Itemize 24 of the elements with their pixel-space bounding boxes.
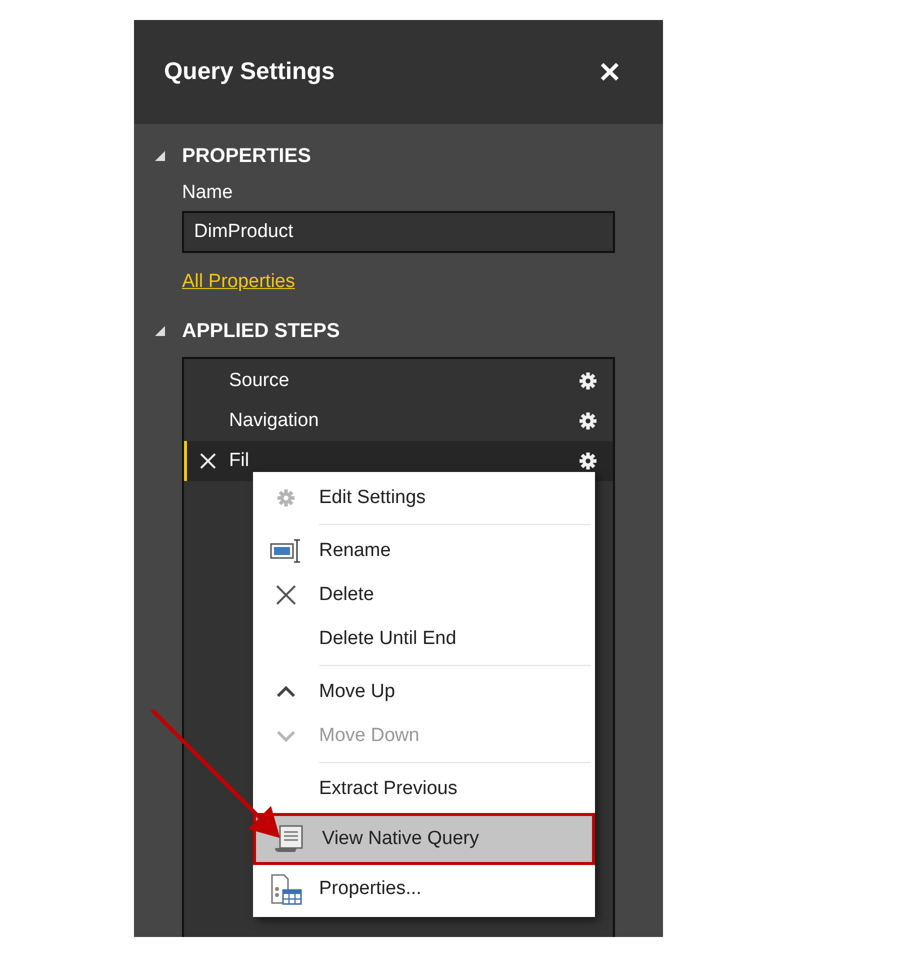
section-heading: PROPERTIES: [182, 144, 311, 168]
delete-icon: [199, 452, 217, 470]
name-field[interactable]: DimProduct: [182, 211, 615, 253]
chevron-down-icon: [276, 730, 296, 742]
delete-icon: [275, 584, 297, 606]
close-button[interactable]: ✕: [598, 56, 621, 88]
table-icon: [270, 873, 302, 905]
menu-item[interactable]: Delete: [253, 573, 595, 617]
section-heading: APPLIED STEPS: [182, 320, 340, 342]
menu-item[interactable]: Extract Previous: [253, 767, 595, 811]
menu-item[interactable]: Rename: [253, 529, 595, 573]
menu-item[interactable]: Delete Until End: [253, 617, 595, 661]
document-icon: [273, 824, 305, 854]
step-item[interactable]: Navigation: [184, 401, 613, 441]
all-properties-link[interactable]: All Properties: [182, 271, 295, 293]
gear-icon: [276, 488, 296, 508]
chevron-up-icon: [276, 686, 296, 698]
rename-icon: [270, 537, 302, 565]
step-item[interactable]: Source: [184, 361, 613, 401]
panel-title: Query Settings: [164, 58, 335, 86]
menu-item[interactable]: Move Up: [253, 670, 595, 714]
menu-item[interactable]: View Native Query: [253, 813, 595, 865]
menu-item[interactable]: Properties...: [253, 867, 595, 911]
field-label: Name: [182, 182, 233, 205]
